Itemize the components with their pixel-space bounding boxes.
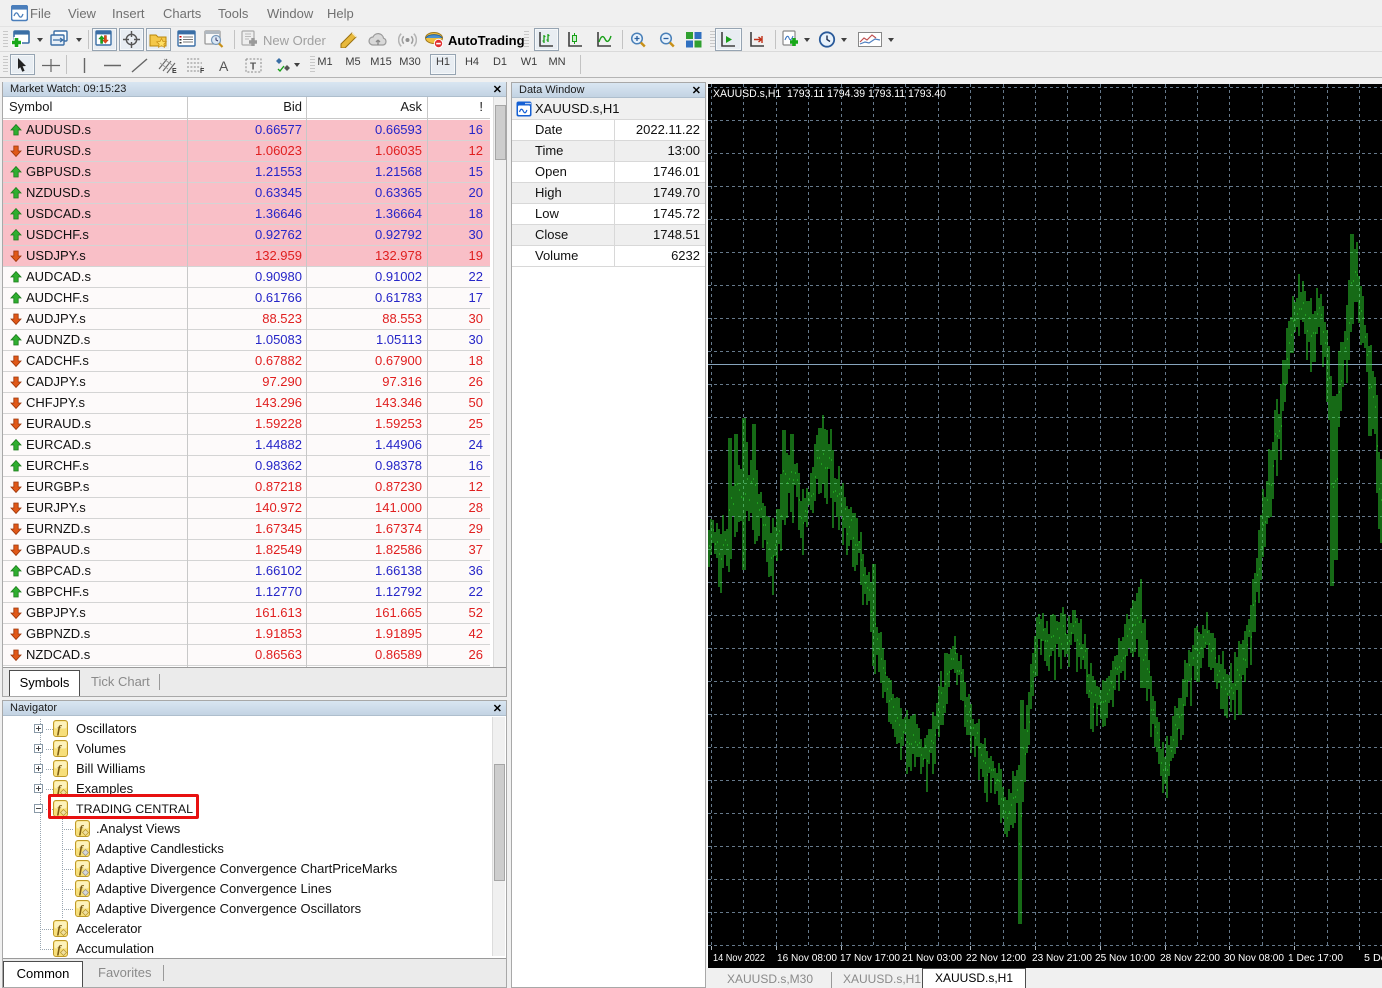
svg-text:22 Nov 12:00: 22 Nov 12:00 — [966, 953, 1026, 964]
svg-text:28 Nov 22:00: 28 Nov 22:00 — [1160, 953, 1220, 964]
svg-text:F: F — [200, 68, 205, 74]
svg-text:25 Nov 10:00: 25 Nov 10:00 — [1095, 953, 1155, 964]
svg-text:E: E — [172, 68, 177, 74]
svg-text:14 Nov 2022: 14 Nov 2022 — [713, 953, 765, 964]
svg-text:T: T — [250, 62, 256, 73]
svg-text:21 Nov 03:00: 21 Nov 03:00 — [902, 953, 962, 964]
svg-text:5 Dec 08:00: 5 Dec 08:00 — [1364, 953, 1382, 964]
svg-text:16 Nov 08:00: 16 Nov 08:00 — [777, 953, 837, 964]
svg-text:XAUUSD.s,H1 1793.11 1794.39 1: XAUUSD.s,H1 1793.11 1794.39 1793.11 1793… — [713, 88, 946, 100]
svg-text:30 Nov 08:00: 30 Nov 08:00 — [1224, 953, 1284, 964]
svg-text:17 Nov 17:00: 17 Nov 17:00 — [840, 953, 900, 964]
svg-text:23 Nov 21:00: 23 Nov 21:00 — [1032, 953, 1092, 964]
svg-text:1 Dec 17:00: 1 Dec 17:00 — [1288, 953, 1343, 964]
